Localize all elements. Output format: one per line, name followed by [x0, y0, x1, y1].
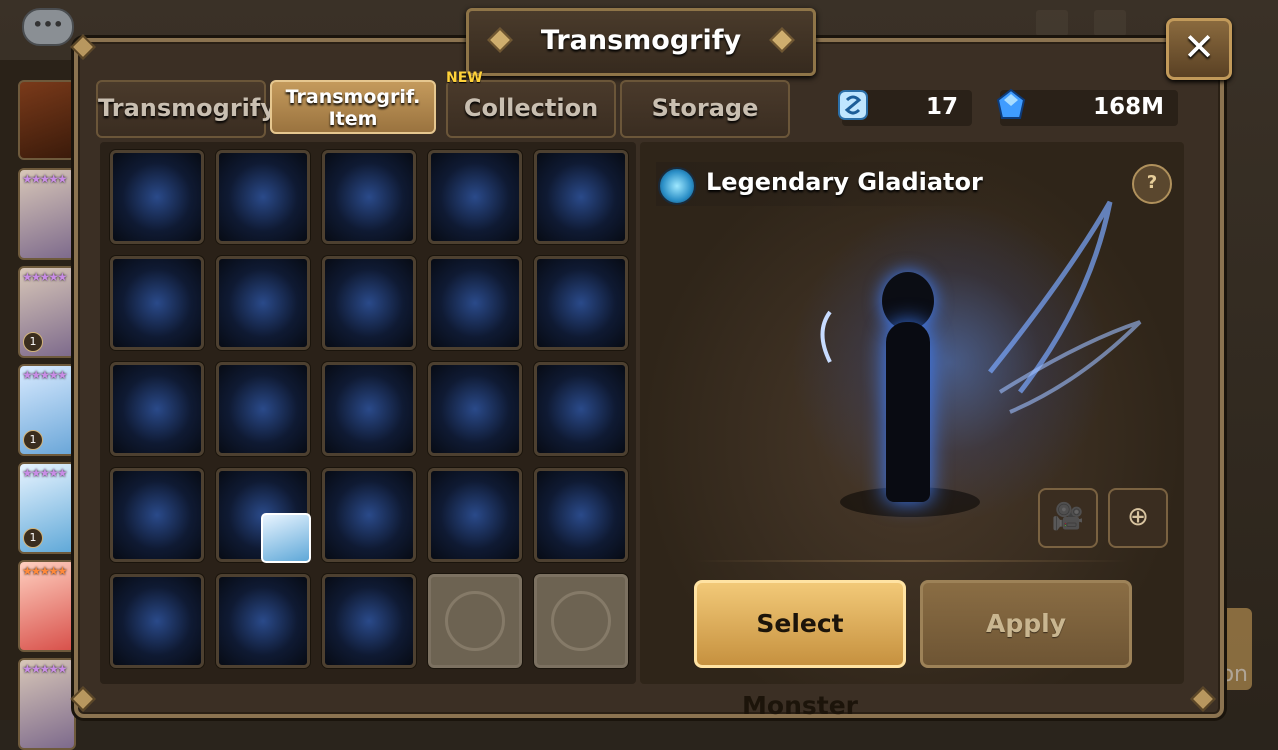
transmog-item-slot[interactable]	[534, 468, 628, 562]
transmog-item-slot[interactable]	[428, 150, 522, 244]
transmog-item-slot[interactable]	[322, 468, 416, 562]
transmog-item-slot[interactable]	[534, 256, 628, 350]
monster-card[interactable]: ★★★★★ 1	[18, 364, 76, 456]
monster-card[interactable]: ★★★★★	[18, 658, 76, 750]
transmog-item-slot[interactable]	[216, 256, 310, 350]
tab-storage[interactable]: Storage	[620, 80, 790, 138]
transmog-item-slot[interactable]	[110, 468, 204, 562]
star-rating: ★★★★★	[22, 368, 68, 382]
crystal-counter: 168M	[996, 88, 1178, 126]
tab-transmogrif-item[interactable]: Transmogrif. Item	[270, 80, 436, 134]
transmog-item-slot[interactable]	[110, 256, 204, 350]
title-plate: Transmogrify	[466, 8, 816, 76]
monster-card[interactable]: ★★★★★ 1	[18, 462, 76, 554]
window-layout-icon	[1036, 10, 1068, 36]
transmog-item-slot[interactable]	[110, 150, 204, 244]
close-button[interactable]: ✕	[1166, 18, 1232, 80]
silhouette-body	[886, 322, 930, 502]
transmog-swirl-icon	[658, 167, 696, 205]
monster-strip: ★★★★★ ★★★★★ 1 ★★★★★ 1 ★★★★★ 1 ★★★★★ ★★★★★	[0, 60, 76, 750]
zoom-in-icon: ⊕	[1127, 502, 1149, 532]
monster-card[interactable]	[18, 80, 76, 160]
chat-icon[interactable]	[22, 8, 74, 46]
transmog-item-slot[interactable]	[534, 574, 628, 668]
empty-slot-emblem-icon	[551, 591, 611, 651]
transmog-item-slot[interactable]	[322, 256, 416, 350]
transmog-stone-value: 17	[925, 94, 958, 120]
transmog-item-slot[interactable]	[216, 150, 310, 244]
grid-layout-icon	[1094, 10, 1126, 36]
empty-slot-emblem-icon	[445, 591, 505, 651]
star-rating: ★★★★★	[22, 172, 68, 186]
monster-card[interactable]: ★★★★★	[18, 560, 76, 652]
transmog-item-slot[interactable]	[534, 362, 628, 456]
divider	[696, 560, 1128, 562]
star-rating: ★★★★★	[22, 564, 68, 578]
wing-effect	[820, 200, 1142, 414]
transmog-item-slot[interactable]	[322, 574, 416, 668]
crystal-value: 168M	[1093, 94, 1164, 120]
transmog-item-slot[interactable]	[322, 150, 416, 244]
transmog-item-slot[interactable]	[428, 468, 522, 562]
preview-panel: Legendary Gladiator ? 🎥 ⊕ Select Monster…	[640, 142, 1184, 720]
transmog-item-slot[interactable]	[216, 574, 310, 668]
star-rating: ★★★★★	[22, 270, 68, 284]
level-badge: 1	[23, 332, 43, 352]
close-icon: ✕	[1183, 25, 1215, 69]
transmog-item-slot[interactable]	[428, 574, 522, 668]
tab-transmogrify[interactable]: Transmogrify	[96, 80, 276, 138]
transmog-item-slot[interactable]	[428, 256, 522, 350]
apply-button[interactable]: Apply	[920, 580, 1132, 668]
video-preview-button[interactable]: 🎥	[1038, 488, 1098, 548]
transmog-stone-icon	[838, 90, 868, 120]
transmog-item-slot[interactable]	[216, 362, 310, 456]
level-badge: 1	[23, 528, 43, 548]
window-title: Transmogrify	[540, 25, 742, 56]
monster-card[interactable]: ★★★★★	[18, 168, 76, 260]
transmog-item-slot[interactable]	[428, 362, 522, 456]
star-rating: ★★★★★	[22, 662, 68, 676]
new-badge: NEW	[446, 70, 483, 86]
transmog-item-slot[interactable]	[216, 468, 311, 563]
transmog-stone-counter: 17	[838, 90, 972, 126]
side-button-text: on	[1220, 662, 1248, 687]
level-badge: 1	[23, 430, 43, 450]
crystal-icon	[996, 88, 1026, 119]
transmog-item-slot[interactable]	[110, 362, 204, 456]
tab-collection[interactable]: Collection	[446, 80, 616, 138]
transmog-item-slot[interactable]	[110, 574, 204, 668]
video-camera-icon: 🎥	[1051, 502, 1085, 532]
star-rating: ★★★★★	[22, 466, 68, 480]
applied-monster-thumbnail	[261, 513, 311, 563]
monster-silhouette	[868, 272, 948, 512]
transmog-item-slot[interactable]	[322, 362, 416, 456]
select-monster-button[interactable]: Select Monster	[694, 580, 906, 720]
transmog-item-slot[interactable]	[534, 150, 628, 244]
zoom-button[interactable]: ⊕	[1108, 488, 1168, 548]
monster-card[interactable]: ★★★★★ 1	[18, 266, 76, 358]
